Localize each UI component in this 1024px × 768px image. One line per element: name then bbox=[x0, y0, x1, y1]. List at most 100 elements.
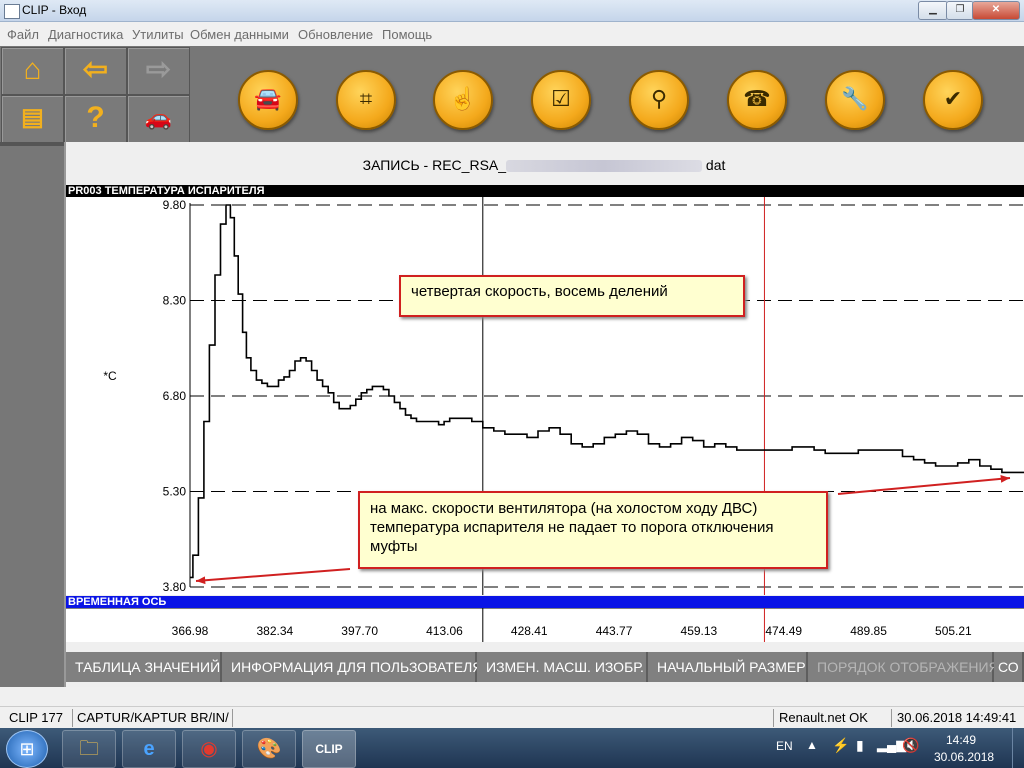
initial-size-button[interactable]: НАЧАЛЬНЫЙ РАЗМЕР bbox=[648, 652, 808, 682]
wrench-button[interactable]: 🔧 bbox=[825, 70, 885, 130]
annotation-fan-speed: четвертая скорость, восемь делений bbox=[399, 275, 745, 317]
volume-muted-icon[interactable]: 🔇 bbox=[902, 737, 919, 754]
vehicle-identification-button[interactable]: 🚘 bbox=[238, 70, 298, 130]
menu-update[interactable]: Обновление bbox=[298, 27, 373, 42]
annotation-fan-speed-text: четвертая скорость, восемь делений bbox=[411, 283, 668, 300]
close-button[interactable]: ✕ bbox=[972, 1, 1020, 20]
vehicle-identification-icon: 🚘 bbox=[254, 86, 282, 111]
taskbar-paint[interactable]: 🎨 bbox=[242, 730, 296, 768]
windows-logo-icon: ⊞ bbox=[19, 739, 35, 759]
x-tick-label: 489.85 bbox=[850, 624, 887, 638]
forward-button: ⇨ bbox=[127, 47, 190, 95]
vehicle-check-button[interactable]: ✔ bbox=[923, 70, 983, 130]
phone-support-button[interactable]: ☎ bbox=[727, 70, 787, 130]
left-gutter bbox=[0, 142, 64, 687]
taskbar: ⊞ 🗀 e ◉ 🎨 CLIP EN ▲ ⚡ ▮ ▂▄▆ 🔇 14:49 30.0… bbox=[0, 728, 1024, 768]
truncated-button[interactable]: СО bbox=[994, 652, 1024, 682]
x-tick-label: 382.34 bbox=[256, 624, 293, 638]
x-tick-label: 397.70 bbox=[341, 624, 378, 638]
redacted-filename bbox=[506, 160, 703, 173]
chart-area[interactable]: 9.80 8.30 6.80 5.30 3.80 *C четвертая скорост… bbox=[66, 197, 1024, 595]
start-button[interactable]: ⊞ bbox=[6, 730, 48, 768]
taskbar-chrome[interactable]: ◉ bbox=[182, 730, 236, 768]
touch-test-icon: ☝ bbox=[449, 86, 477, 111]
menu-utilities[interactable]: Утилиты bbox=[132, 27, 184, 42]
gearbox-button[interactable]: ⌗ bbox=[336, 70, 396, 130]
x-axis-area: 366.98 382.34 397.70 413.06 428.41 443.77 459.… bbox=[66, 608, 1024, 642]
menu-help[interactable]: Помощь bbox=[382, 27, 432, 42]
window-title: CLIP - Вход bbox=[22, 3, 87, 17]
checklist-button[interactable]: ☑ bbox=[531, 70, 591, 130]
x-tick-label: 428.41 bbox=[511, 624, 548, 638]
checklist-icon: ☑ bbox=[551, 86, 571, 111]
home-button[interactable]: ⌂ bbox=[1, 47, 64, 95]
annotation-evaporator-text: на макс. скорости вентилятора (на холост… bbox=[370, 500, 774, 555]
status-version: CLIP 177 bbox=[9, 710, 63, 725]
status-network: Renault.net OK bbox=[779, 710, 868, 725]
back-arrow-icon: ⇦ bbox=[82, 53, 109, 86]
menu-diagnostics[interactable]: Диагностика bbox=[48, 27, 123, 42]
clock-time[interactable]: 14:49 bbox=[946, 733, 976, 747]
y-tick-label: 3.80 bbox=[163, 580, 187, 594]
diagnostic-search-button[interactable]: ⚲ bbox=[629, 70, 689, 130]
y-tick-label: 5.30 bbox=[163, 485, 187, 499]
main-toolbar: ⌂ ⇦ ⇨ ▤ ? 🚗 🚘 ⌗ ☝ ☑ ⚲ ☎ 🔧 ✔ bbox=[0, 46, 1024, 143]
window-titlebar: CLIP - Вход ▁ ❐ ✕ bbox=[0, 0, 1024, 22]
vehicle-info-icon: 🚗 bbox=[144, 105, 173, 130]
display-order-button: ПОРЯДОК ОТОБРАЖЕНИЯ bbox=[808, 652, 999, 682]
x-tick-label: 443.77 bbox=[596, 624, 633, 638]
user-info-button[interactable]: ИНФОРМАЦИЯ ДЛЯ ПОЛЬЗОВАТЕЛЯ bbox=[222, 652, 482, 682]
print-icon: ▤ bbox=[21, 104, 44, 131]
values-table-button[interactable]: ТАБЛИЦА ЗНАЧЕНИЙ bbox=[66, 652, 222, 682]
touch-test-button[interactable]: ☝ bbox=[433, 70, 493, 130]
annotation-arrow-left bbox=[195, 568, 351, 582]
record-title-prefix: ЗАПИСЬ - REC_RSA_ bbox=[362, 157, 507, 173]
annotation-evaporator: на макс. скорости вентилятора (на холост… bbox=[358, 491, 828, 569]
paint-icon: 🎨 bbox=[256, 738, 282, 760]
minimize-button[interactable]: ▁ bbox=[918, 1, 948, 20]
zoom-button[interactable]: ИЗМЕН. МАСШ. ИЗОБР. bbox=[477, 652, 648, 682]
record-title-suffix: dat bbox=[705, 157, 726, 173]
chrome-icon: ◉ bbox=[200, 738, 218, 760]
taskbar-clip[interactable]: CLIP bbox=[302, 730, 356, 768]
forward-arrow-icon: ⇨ bbox=[145, 53, 172, 86]
x-tick-label: 474.49 bbox=[765, 624, 802, 638]
folder-icon: 🗀 bbox=[79, 738, 99, 760]
back-button[interactable]: ⇦ bbox=[64, 47, 127, 95]
parameter-header: PR003 ТЕМПЕРАТУРА ИСПАРИТЕЛЯ bbox=[66, 185, 1024, 197]
x-tick-label: 413.06 bbox=[426, 624, 463, 638]
status-bar: CLIP 177 CAPTUR/KAPTUR BR/IN/ Renault.ne… bbox=[0, 706, 1024, 728]
menu-data-exchange[interactable]: Обмен данными bbox=[190, 27, 289, 42]
x-axis: 366.98 382.34 397.70 413.06 428.41 443.77 459.… bbox=[66, 608, 1024, 642]
y-axis-unit: *C bbox=[103, 369, 117, 383]
annotation-arrow-right bbox=[837, 477, 1011, 495]
vehicle-info-button: 🚗 bbox=[127, 95, 190, 143]
help-icon: ? bbox=[86, 101, 105, 134]
show-desktop-button[interactable] bbox=[1012, 728, 1024, 768]
x-tick-label: 459.13 bbox=[681, 624, 718, 638]
y-tick-label: 8.30 bbox=[163, 294, 187, 308]
power-tray-icon[interactable]: ⚡ bbox=[832, 737, 849, 754]
print-button[interactable]: ▤ bbox=[1, 95, 64, 143]
wrench-icon: 🔧 bbox=[841, 86, 869, 111]
language-indicator[interactable]: EN bbox=[776, 739, 793, 753]
status-datetime: 30.06.2018 14:49:41 bbox=[897, 710, 1017, 725]
record-title: ЗАПИСЬ - REC_RSA_ dat bbox=[64, 148, 1024, 182]
bottom-button-bar: ТАБЛИЦА ЗНАЧЕНИЙ ИНФОРМАЦИЯ ДЛЯ ПОЛЬЗОВА… bbox=[66, 652, 1024, 682]
y-tick-label: 6.80 bbox=[163, 389, 187, 403]
battery-icon[interactable]: ▮ bbox=[856, 737, 864, 754]
y-tick-label: 9.80 bbox=[163, 198, 187, 212]
menu-file[interactable]: Файл bbox=[7, 27, 39, 42]
maximize-button[interactable]: ❐ bbox=[946, 1, 974, 20]
help-button[interactable]: ? bbox=[64, 95, 127, 143]
tray-expand-icon[interactable]: ▲ bbox=[806, 738, 818, 752]
annotation-arrow-left-head bbox=[196, 576, 206, 585]
gearbox-icon: ⌗ bbox=[359, 86, 373, 111]
x-tick-label: 505.21 bbox=[935, 624, 972, 638]
taskbar-explorer[interactable]: 🗀 bbox=[62, 730, 116, 768]
clock-date[interactable]: 30.06.2018 bbox=[934, 750, 994, 764]
taskbar-ie[interactable]: e bbox=[122, 730, 176, 768]
internet-explorer-icon: e bbox=[143, 738, 155, 760]
vehicle-check-icon: ✔ bbox=[943, 86, 963, 111]
menu-bar: Файл Диагностика Утилиты Обмен данными О… bbox=[0, 22, 1024, 45]
